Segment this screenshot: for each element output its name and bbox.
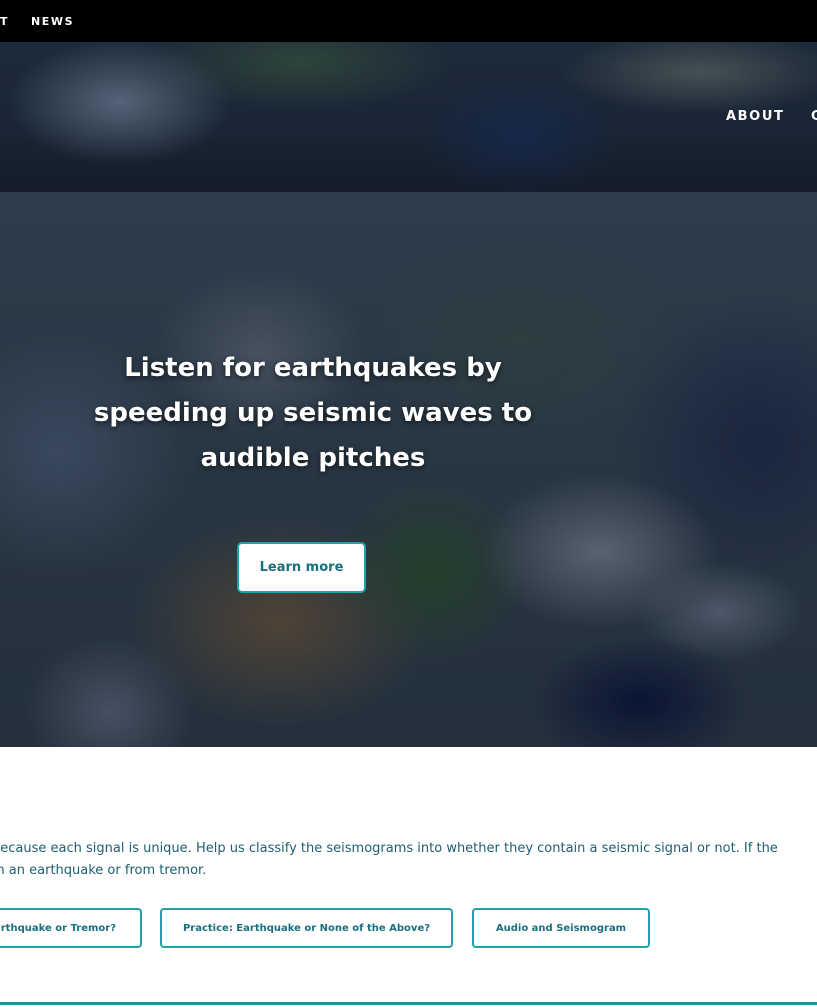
topbar-link-news[interactable]: NEWS	[31, 15, 74, 28]
hero-title-line: audible pitches	[200, 443, 426, 473]
topbar-link-partial[interactable]: T	[0, 15, 9, 28]
site-header: ABOUT C	[0, 42, 817, 192]
top-utility-bar: T NEWS	[0, 0, 817, 42]
earthquake-or-tremor-button[interactable]: arthquake or Tremor?	[0, 908, 142, 948]
hero-title-line: Listen for earthquakes by	[124, 353, 502, 383]
nav-link-about[interactable]: ABOUT	[726, 109, 784, 124]
intro-line: because each signal is unique. Help us c…	[0, 841, 778, 856]
learn-more-button[interactable]: Learn more	[237, 542, 366, 593]
audio-and-seismogram-button[interactable]: Audio and Seismogram	[472, 908, 650, 948]
hero-banner: Listen for earthquakes by speeding up se…	[0, 192, 817, 747]
nav-link-partial[interactable]: C	[811, 109, 817, 124]
intro-paragraph: because each signal is unique. Help us c…	[0, 838, 817, 882]
intro-line: m an earthquake or from tremor.	[0, 863, 207, 878]
practice-earthquake-button[interactable]: Practice: Earthquake or None of the Abov…	[160, 908, 453, 948]
hero-title: Listen for earthquakes by speeding up se…	[88, 346, 538, 481]
hero-title-line: speeding up seismic waves to	[93, 398, 533, 428]
section-divider	[0, 1002, 817, 1005]
